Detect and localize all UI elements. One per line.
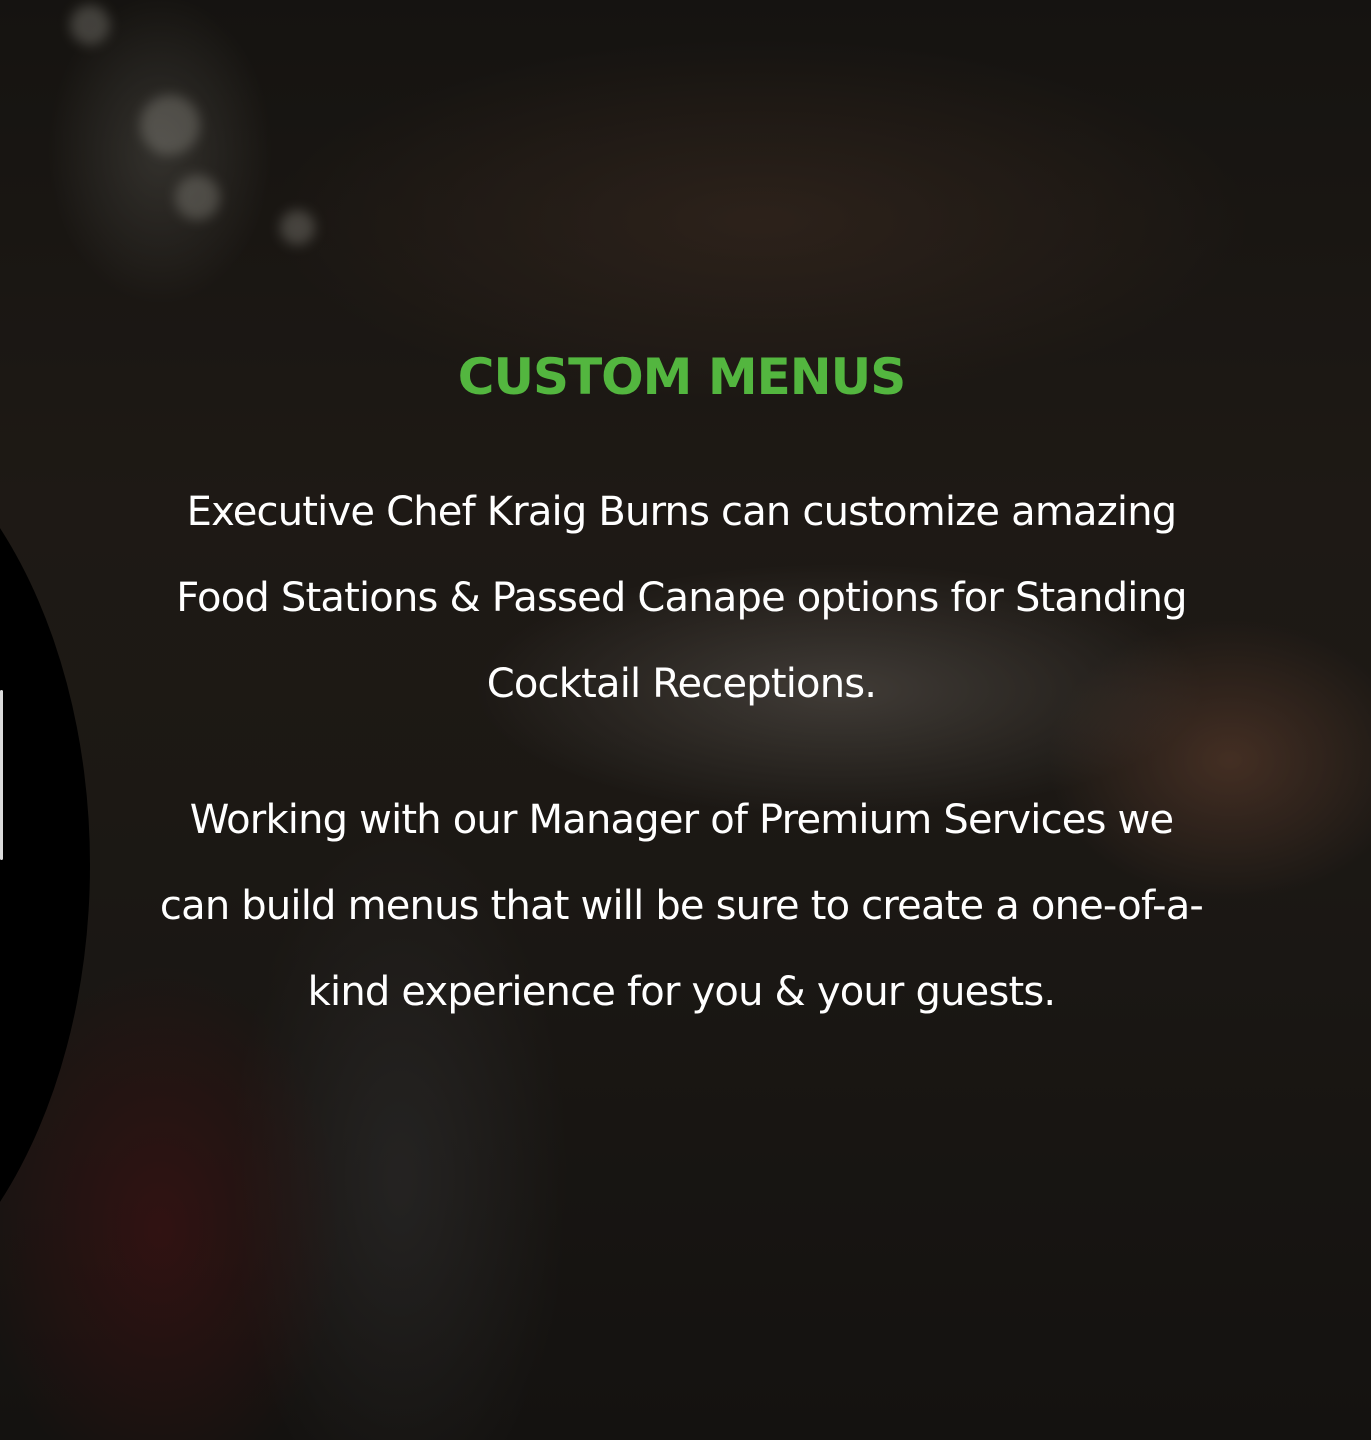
left-edge-highlight [0,690,3,860]
premium-services-paragraph: Working with our Manager of Premium Serv… [159,797,1204,1015]
section-title: CUSTOM MENUS [457,348,906,406]
chef-paragraph: Executive Chef Kraig Burns can customize… [176,489,1187,707]
custom-menus-content: CUSTOM MENUS Executive Chef Kraig Burns … [150,345,1213,1035]
custom-menus-section: CUSTOM MENUS Executive Chef Kraig Burns … [0,0,1371,1440]
